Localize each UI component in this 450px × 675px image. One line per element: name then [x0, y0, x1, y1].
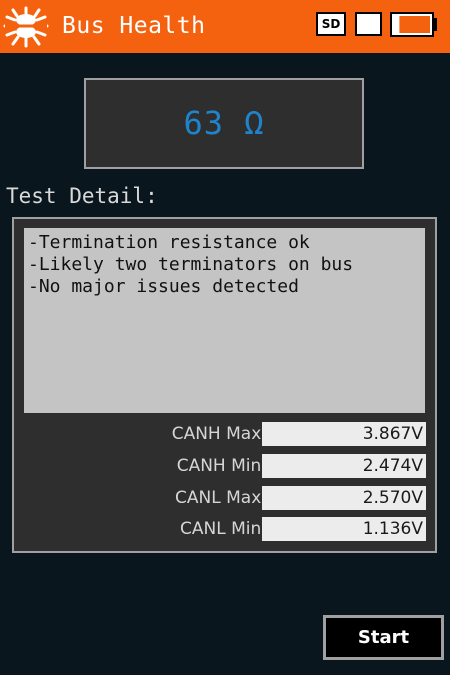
reading-value: 2.474V — [262, 454, 426, 478]
page-title: Bus Health — [62, 13, 206, 39]
reading-label: CANH Min: — [176, 456, 267, 476]
reading-label: CANH Max: — [171, 424, 267, 444]
test-notes-box: -Termination resistance ok -Likely two t… — [24, 228, 425, 413]
reading-value: 3.867V — [262, 422, 426, 446]
reading-row-canh-max: CANH Max: 3.867V — [14, 422, 435, 446]
reading-row-canl-min: CANL Min: 1.136V — [14, 517, 435, 541]
resistance-readout: 63 Ω — [84, 78, 364, 169]
test-note-item: -Termination resistance ok — [28, 232, 310, 253]
reading-row-canh-min: CANH Min: 2.474V — [14, 454, 435, 478]
test-detail-label: Test Detail: — [6, 184, 158, 208]
battery-icon — [390, 12, 437, 37]
reading-row-canl-max: CANL Max: 2.570V — [14, 486, 435, 510]
battery-level-fill — [399, 16, 430, 33]
status-indicator-icon — [355, 12, 382, 36]
app-header: Bus Health SD — [0, 0, 450, 53]
test-note-item: -Likely two terminators on bus — [28, 254, 354, 275]
reading-label: CANL Max: — [175, 488, 267, 508]
test-note-item: -No major issues detected — [28, 276, 299, 297]
start-button[interactable]: Start — [323, 615, 444, 660]
test-detail-panel: -Termination resistance ok -Likely two t… — [12, 217, 437, 553]
can-bug-logo-icon — [3, 6, 49, 48]
reading-value: 2.570V — [262, 486, 426, 510]
sd-card-icon: SD — [316, 12, 346, 36]
reading-label: CANL Min: — [180, 519, 267, 539]
reading-value: 1.136V — [262, 517, 426, 541]
